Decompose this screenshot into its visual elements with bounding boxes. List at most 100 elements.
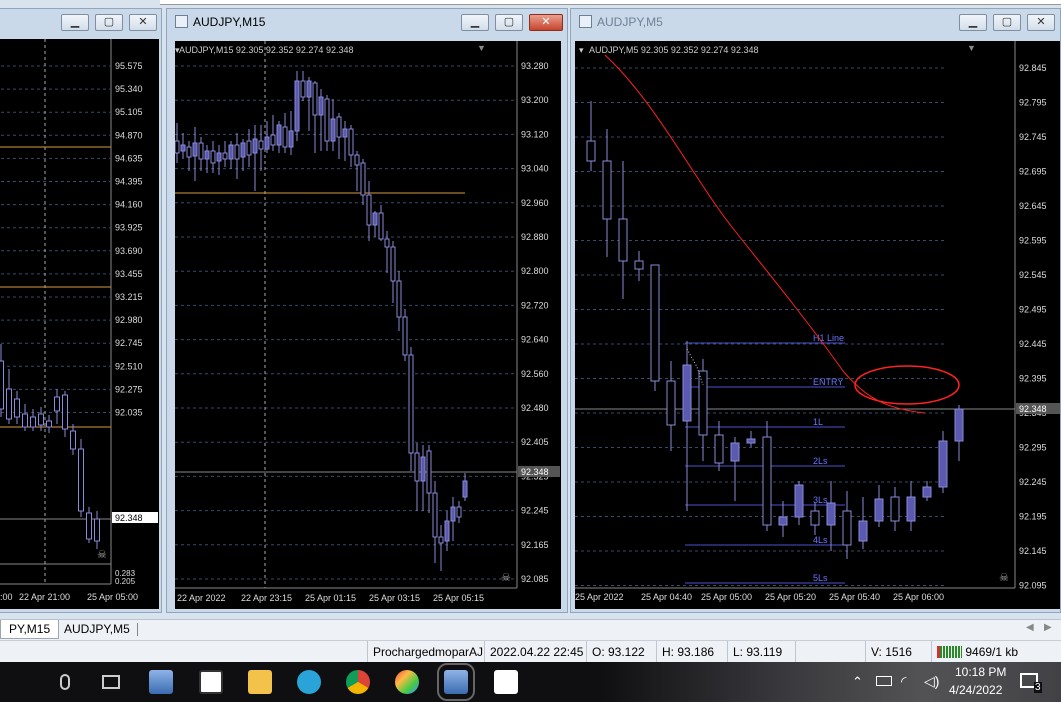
close-button[interactable]: ✕	[1027, 14, 1055, 31]
time-label: 25 Apr 05:20	[765, 592, 816, 602]
chart-area-m15[interactable]: AUDJPY,M15 92.305 92.352 92.274 92.348 ▾ 9…	[175, 41, 561, 609]
price-label: 92.035	[115, 408, 143, 418]
candle-body	[78, 448, 84, 512]
candle-body	[70, 430, 76, 450]
minimize-button[interactable]: ▁	[461, 14, 489, 31]
title-bar-m15[interactable]: AUDJPY,M15 ▁ ▢ ✕	[167, 9, 567, 35]
battery-icon[interactable]	[876, 676, 892, 686]
notes-app-icon[interactable]	[494, 670, 518, 694]
minimize-button[interactable]: ▁	[61, 14, 89, 31]
chrome-icon[interactable]	[346, 670, 370, 694]
candle-body	[282, 126, 288, 148]
price-label: 92.560	[521, 369, 549, 379]
candle-body	[252, 138, 258, 154]
candle-body	[336, 116, 342, 138]
candle-body	[842, 510, 852, 546]
candle-body	[438, 536, 444, 544]
price-label: 95.575	[115, 61, 143, 71]
clock-date[interactable]: 4/24/2022	[949, 683, 1002, 697]
metatrader-icon[interactable]	[149, 670, 173, 694]
candle-body	[456, 506, 462, 518]
scroll-left-icon[interactable]: ◀	[1026, 622, 1034, 633]
price-label: 93.215	[115, 292, 143, 302]
price-label: 92.095	[1019, 581, 1047, 591]
candle-body	[204, 150, 210, 160]
candle-body	[746, 438, 756, 444]
symbol-info: AUDJPY,M5 92.305 92.352 92.274 92.348	[589, 45, 758, 55]
chart-window-m5[interactable]: AUDJPY,M5 ▁ ▢ ✕ ▾ AUDJPY,M5 92.305 92.352…	[570, 8, 1061, 613]
chart-window-icon	[175, 15, 188, 28]
maximize-button[interactable]: ▢	[495, 14, 523, 31]
minimize-button[interactable]: ▁	[959, 14, 987, 31]
candle-body	[270, 134, 276, 146]
volume-icon[interactable]: ◁)	[924, 673, 939, 690]
price-chart-left: 95.575 95.340 95.105 94.870 94.635 94.395 94.1…	[0, 39, 158, 602]
price-label: 94.870	[115, 130, 143, 140]
current-price-label: 92.348	[521, 467, 549, 477]
candle-body	[86, 512, 92, 540]
metatrader-active-icon[interactable]	[437, 663, 475, 701]
candle-body	[810, 510, 820, 526]
candle-body	[420, 456, 426, 482]
candle-body	[38, 413, 44, 426]
telegram-icon[interactable]	[297, 670, 321, 694]
chart-area-m5[interactable]: ▾ AUDJPY,M5 92.305 92.352 92.274 92.348 92…	[575, 41, 1060, 609]
candle-body	[234, 144, 240, 160]
candle-body	[54, 396, 60, 412]
clock-time[interactable]: 10:18 PM	[955, 665, 1006, 679]
candle-body	[94, 518, 100, 542]
file-explorer-icon[interactable]	[248, 670, 272, 694]
tray-chevron-icon[interactable]: ⌃	[852, 674, 863, 690]
chart-window-left[interactable]: ▁ ▢ ✕ 95.575 95.340 95.105 94.870 94.635 94.3…	[0, 8, 162, 613]
candle-body	[462, 480, 468, 498]
status-blank	[795, 641, 865, 663]
scroll-right-icon[interactable]: ▶	[1044, 622, 1052, 633]
calculator-icon[interactable]	[199, 670, 223, 694]
tab-m15[interactable]: PY,M15	[0, 620, 60, 639]
candle-body	[258, 140, 264, 150]
price-label: 92.275	[115, 384, 143, 394]
level-label: 4Ls	[813, 535, 828, 545]
price-label: 93.120	[521, 129, 549, 139]
price-label: 92.510	[115, 361, 143, 371]
candle-body	[348, 128, 354, 156]
maximize-button[interactable]: ▢	[993, 14, 1021, 31]
chart-window-m15[interactable]: AUDJPY,M15 ▁ ▢ ✕ AUDJPY,M15 92.305 92.35…	[166, 8, 568, 613]
microphone-icon[interactable]	[60, 674, 70, 690]
candle-body	[396, 280, 402, 318]
candle-body	[378, 212, 384, 240]
time-label: 25 Apr 04:40	[641, 592, 692, 602]
status-high: H: 93.186	[656, 641, 727, 663]
chart-area-left[interactable]: 95.575 95.340 95.105 94.870 94.635 94.395 94.1…	[0, 39, 159, 609]
price-label: 94.160	[115, 200, 143, 210]
candle-body	[342, 128, 348, 138]
time-label: 22 Apr 2022	[177, 593, 226, 603]
close-button[interactable]: ✕	[529, 14, 563, 31]
windows-taskbar: ⌃ ◜ ◁) 10:18 PM 4/24/2022 3	[0, 662, 1061, 702]
task-view-icon[interactable]	[102, 675, 120, 689]
wifi-icon[interactable]: ◜	[901, 673, 906, 690]
candle-body	[192, 142, 198, 157]
title-bar-m5[interactable]: AUDJPY,M5 ▁ ▢ ✕	[571, 9, 1060, 35]
title-bar-left[interactable]: ▁ ▢ ✕	[0, 9, 161, 35]
maximize-button[interactable]: ▢	[95, 14, 123, 31]
tab-m5[interactable]: AUDJPY,M5	[56, 620, 138, 639]
status-low: L: 93.119	[727, 641, 795, 663]
candle-body	[890, 496, 900, 522]
candle-body	[650, 264, 660, 382]
traffic-value: 9469/1 kb	[965, 645, 1019, 659]
candle-body	[586, 140, 596, 162]
current-price-label: 92.348	[115, 513, 143, 523]
paint-icon[interactable]	[395, 670, 419, 694]
window-title: AUDJPY,M15	[193, 15, 266, 29]
level-label: 2Ls	[813, 456, 828, 466]
price-label: 94.395	[115, 177, 143, 187]
candle-body	[288, 130, 294, 148]
status-volume: V: 1516	[865, 641, 931, 663]
level-label: 1L	[813, 417, 823, 427]
status-bar: ProchargedmoparAJ 2022.04.22 22:45 O: 93…	[0, 640, 1061, 663]
price-label: 93.280	[521, 61, 549, 71]
candle-body	[62, 394, 68, 430]
close-button[interactable]: ✕	[129, 14, 157, 31]
candle-body	[730, 442, 740, 462]
